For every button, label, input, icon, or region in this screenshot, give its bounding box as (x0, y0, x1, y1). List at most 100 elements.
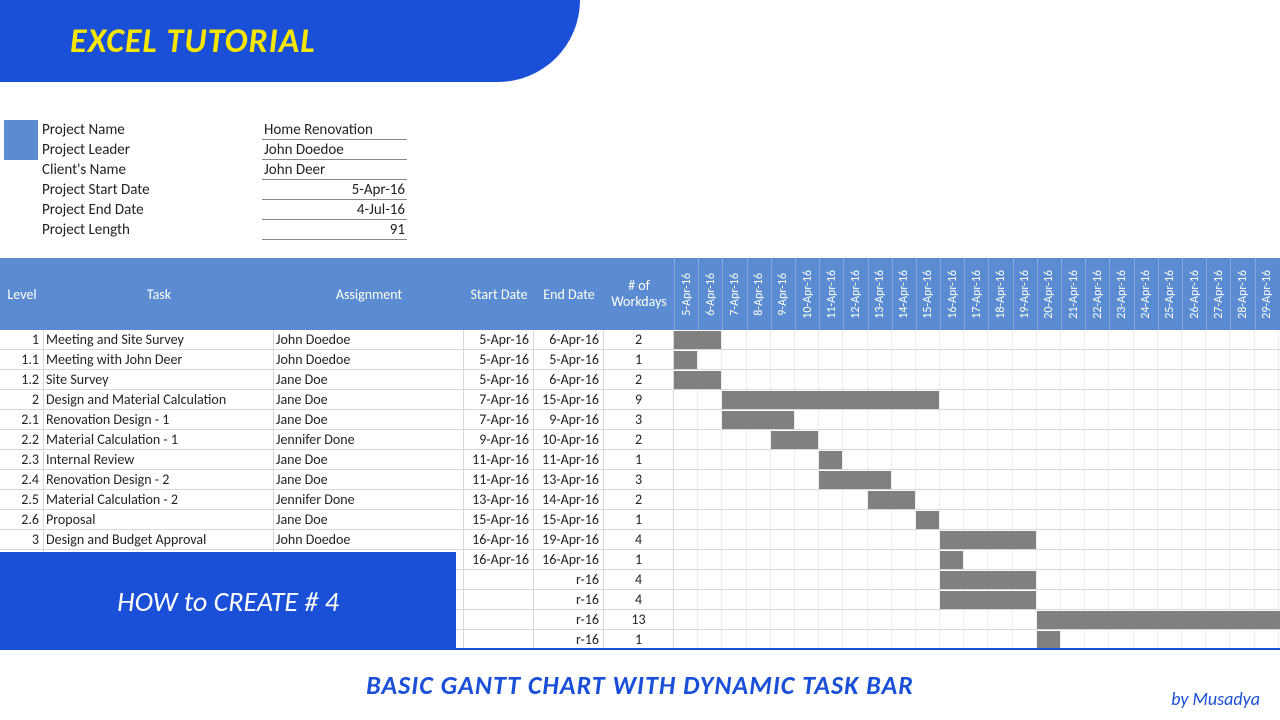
cell-assign[interactable]: Jennifer Done (274, 430, 464, 449)
cell-level[interactable]: 1 (0, 330, 44, 349)
info-value[interactable]: John Deer (262, 160, 407, 180)
info-value[interactable]: Home Renovation (262, 120, 407, 140)
cell-edate[interactable]: 14-Apr-16 (534, 490, 604, 509)
cell-level[interactable]: 2.4 (0, 470, 44, 489)
date-col[interactable]: 28-Apr-16 (1230, 258, 1254, 330)
cell-assign[interactable]: Jane Doe (274, 510, 464, 529)
cell-wdays[interactable]: 4 (604, 530, 674, 549)
date-col[interactable]: 6-Apr-16 (698, 258, 722, 330)
cell-sdate[interactable]: 5-Apr-16 (464, 370, 534, 389)
cell-task[interactable]: Internal Review (44, 450, 274, 469)
cell-task[interactable]: Proposal (44, 510, 274, 529)
date-col[interactable]: 16-Apr-16 (940, 258, 964, 330)
cell-assign[interactable]: Jane Doe (274, 450, 464, 469)
col-end-date[interactable]: End Date (534, 286, 604, 303)
gantt-bar[interactable] (1037, 611, 1280, 629)
cell-sdate[interactable]: 13-Apr-16 (464, 490, 534, 509)
gantt-bar[interactable] (940, 551, 963, 569)
date-col[interactable]: 10-Apr-16 (795, 258, 819, 330)
cell-task[interactable]: Design and Material Calculation (44, 390, 274, 409)
cell-sdate[interactable]: 16-Apr-16 (464, 550, 534, 569)
cell-wdays[interactable]: 1 (604, 630, 674, 649)
info-value[interactable]: John Doedoe (262, 140, 407, 160)
cell-assign[interactable]: Jane Doe (274, 410, 464, 429)
cell-assign[interactable]: Jane Doe (274, 370, 464, 389)
cell-wdays[interactable]: 1 (604, 350, 674, 369)
date-col[interactable]: 29-Apr-16 (1255, 258, 1279, 330)
cell-level[interactable]: 2.1 (0, 410, 44, 429)
cell-task[interactable]: Meeting and Site Survey (44, 330, 274, 349)
date-col[interactable]: 22-Apr-16 (1085, 258, 1109, 330)
table-row[interactable]: 2.3Internal ReviewJane Doe11-Apr-1611-Ap… (0, 450, 1280, 470)
cell-sdate[interactable]: 5-Apr-16 (464, 350, 534, 369)
cell-assign[interactable]: John Doedoe (274, 530, 464, 549)
table-row[interactable]: 2.6ProposalJane Doe15-Apr-1615-Apr-161 (0, 510, 1280, 530)
cell-sdate[interactable]: 9-Apr-16 (464, 430, 534, 449)
cell-edate[interactable]: 16-Apr-16 (534, 550, 604, 569)
table-row[interactable]: 2.1Renovation Design - 1Jane Doe7-Apr-16… (0, 410, 1280, 430)
col-workdays[interactable]: # of Workdays (604, 278, 674, 310)
cell-edate[interactable]: 9-Apr-16 (534, 410, 604, 429)
cell-level[interactable]: 2.2 (0, 430, 44, 449)
table-row[interactable]: 1.2Site SurveyJane Doe5-Apr-166-Apr-162 (0, 370, 1280, 390)
date-col[interactable]: 23-Apr-16 (1109, 258, 1133, 330)
cell-task[interactable]: Design and Budget Approval (44, 530, 274, 549)
gantt-bar[interactable] (819, 471, 891, 489)
cell-edate[interactable]: 6-Apr-16 (534, 330, 604, 349)
gantt-bar[interactable] (1037, 631, 1060, 649)
date-col[interactable]: 18-Apr-16 (988, 258, 1012, 330)
cell-wdays[interactable]: 2 (604, 430, 674, 449)
table-row[interactable]: 1.1Meeting with John DeerJohn Doedoe5-Ap… (0, 350, 1280, 370)
cell-edate[interactable]: 10-Apr-16 (534, 430, 604, 449)
info-value[interactable]: 5-Apr-16 (262, 180, 407, 200)
cell-sdate[interactable]: 7-Apr-16 (464, 410, 534, 429)
date-col[interactable]: 8-Apr-16 (747, 258, 771, 330)
cell-edate[interactable]: 11-Apr-16 (534, 450, 604, 469)
date-col[interactable]: 17-Apr-16 (964, 258, 988, 330)
gantt-bar[interactable] (674, 351, 697, 369)
gantt-bar[interactable] (868, 491, 915, 509)
cell-assign[interactable]: John Doedoe (274, 350, 464, 369)
cell-sdate[interactable]: 11-Apr-16 (464, 470, 534, 489)
cell-wdays[interactable]: 2 (604, 370, 674, 389)
cell-sdate[interactable]: 7-Apr-16 (464, 390, 534, 409)
cell-edate[interactable]: 19-Apr-16 (534, 530, 604, 549)
cell-assign[interactable]: Jane Doe (274, 470, 464, 489)
cell-edate[interactable]: r-16 (534, 590, 604, 609)
date-col[interactable]: 27-Apr-16 (1206, 258, 1230, 330)
cell-wdays[interactable]: 3 (604, 410, 674, 429)
cell-wdays[interactable]: 9 (604, 390, 674, 409)
cell-wdays[interactable]: 1 (604, 550, 674, 569)
date-col[interactable]: 24-Apr-16 (1134, 258, 1158, 330)
info-value[interactable]: 91 (262, 220, 407, 240)
table-row[interactable]: 2.5Material Calculation - 2Jennifer Done… (0, 490, 1280, 510)
cell-assign[interactable]: John Doedoe (274, 330, 464, 349)
col-task[interactable]: Task (44, 286, 274, 303)
cell-sdate[interactable] (464, 590, 534, 609)
col-start-date[interactable]: Start Date (464, 286, 534, 303)
cell-sdate[interactable] (464, 610, 534, 629)
cell-edate[interactable]: 13-Apr-16 (534, 470, 604, 489)
date-col[interactable]: 5-Apr-16 (674, 258, 698, 330)
table-row[interactable]: 2.4Renovation Design - 2Jane Doe11-Apr-1… (0, 470, 1280, 490)
cell-edate[interactable]: r-16 (534, 570, 604, 589)
cell-level[interactable]: 2.3 (0, 450, 44, 469)
date-col[interactable]: 21-Apr-16 (1061, 258, 1085, 330)
cell-level[interactable]: 1.2 (0, 370, 44, 389)
cell-task[interactable]: Material Calculation - 1 (44, 430, 274, 449)
cell-task[interactable]: Material Calculation - 2 (44, 490, 274, 509)
cell-level[interactable]: 2.6 (0, 510, 44, 529)
cell-sdate[interactable] (464, 570, 534, 589)
date-col[interactable]: 7-Apr-16 (722, 258, 746, 330)
cell-sdate[interactable]: 16-Apr-16 (464, 530, 534, 549)
cell-level[interactable]: 2 (0, 390, 44, 409)
gantt-bar[interactable] (819, 451, 842, 469)
gantt-bar[interactable] (722, 391, 939, 409)
date-col[interactable]: 15-Apr-16 (916, 258, 940, 330)
cell-level[interactable]: 2.5 (0, 490, 44, 509)
date-col[interactable]: 25-Apr-16 (1158, 258, 1182, 330)
cell-wdays[interactable]: 3 (604, 470, 674, 489)
gantt-bar[interactable] (771, 431, 818, 449)
gantt-bar[interactable] (940, 531, 1036, 549)
date-col[interactable]: 20-Apr-16 (1037, 258, 1061, 330)
